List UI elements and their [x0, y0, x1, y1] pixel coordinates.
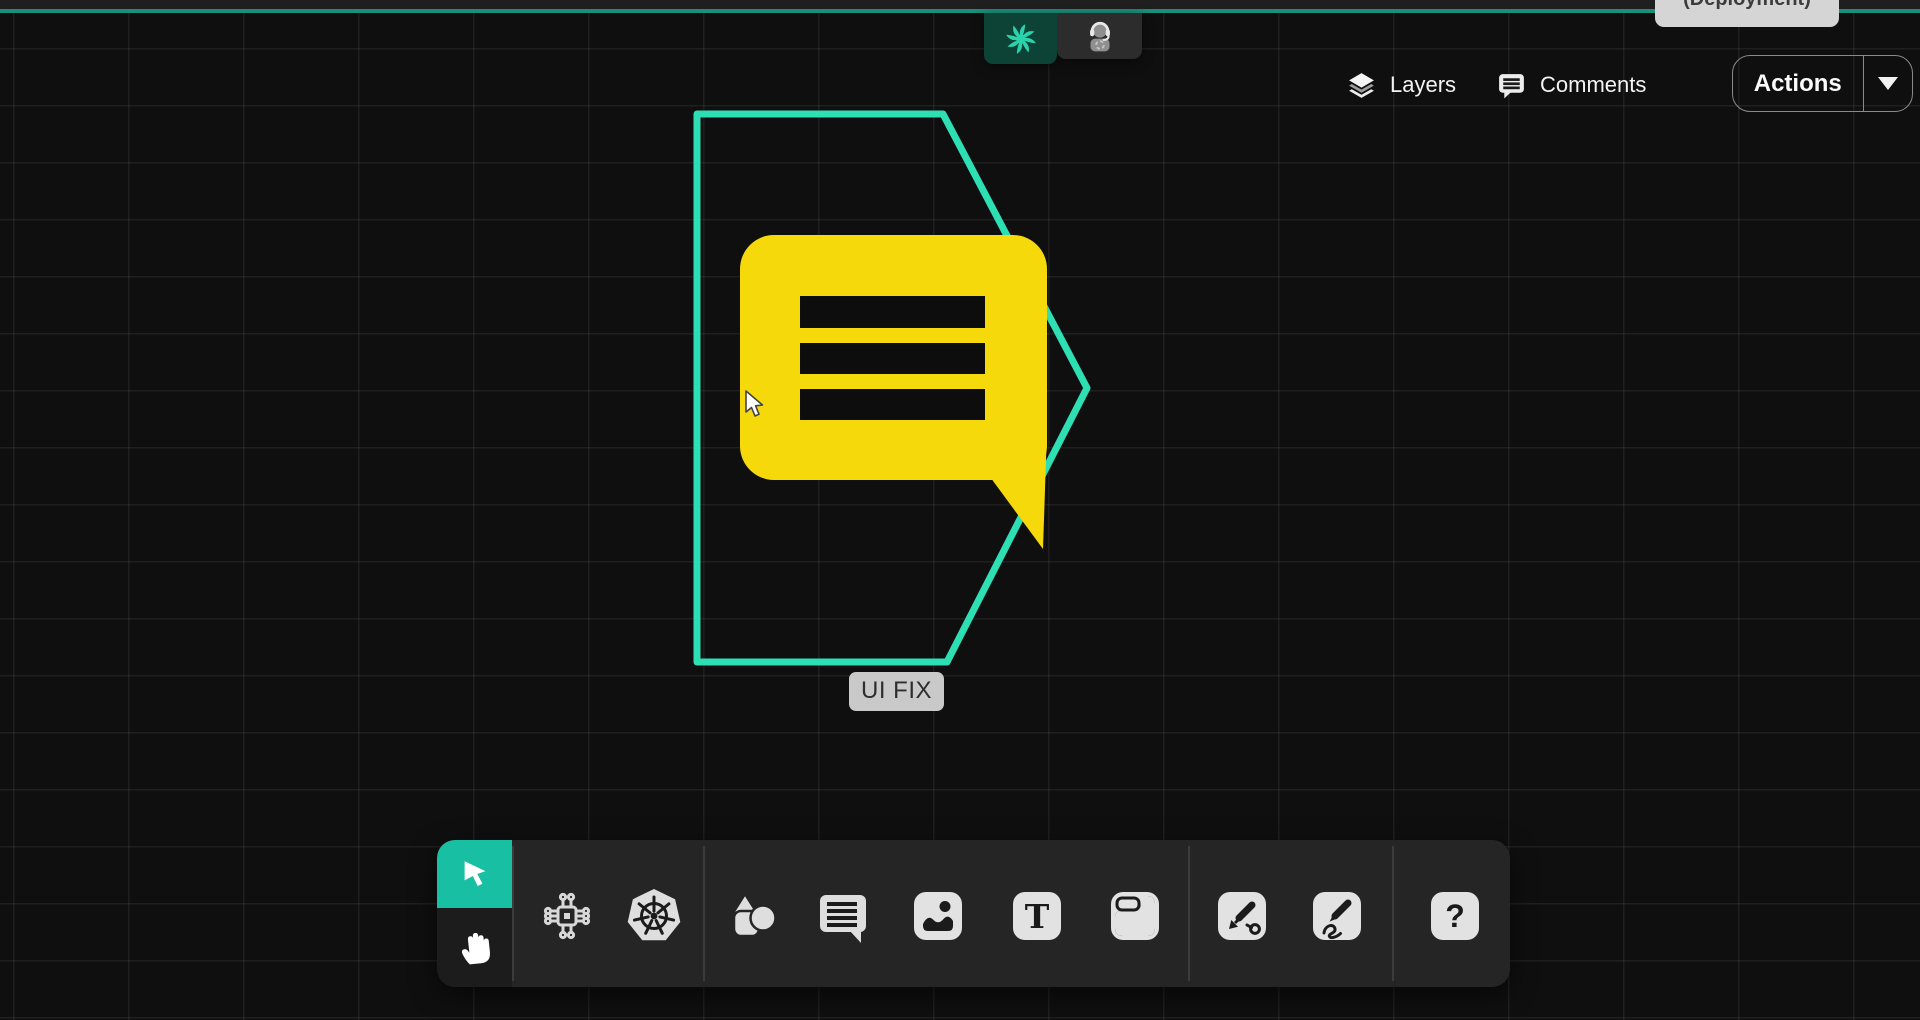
top-strip	[0, 0, 1920, 9]
layers-icon	[1346, 70, 1377, 101]
shapes-icon	[724, 888, 780, 944]
pencil-draw-icon	[1313, 892, 1361, 940]
connector-pen-icon	[1218, 892, 1266, 940]
tool-frame[interactable]	[1111, 892, 1159, 940]
tool-help[interactable]: ?	[1431, 892, 1479, 940]
tool-palette: T	[437, 840, 1510, 987]
support-agent-button[interactable]	[1057, 13, 1142, 59]
comments-button[interactable]: Comments	[1496, 59, 1646, 111]
app-root: UI FIX	[0, 0, 1920, 1020]
frame-icon	[1111, 892, 1159, 940]
toolbar-divider	[512, 846, 514, 981]
tool-chip-node[interactable]	[539, 888, 595, 944]
tool-kubernetes[interactable]	[626, 888, 682, 944]
tool-hand[interactable]	[437, 908, 512, 987]
tool-draw[interactable]	[1313, 892, 1361, 940]
top-center-panel	[984, 13, 1142, 64]
tool-select[interactable]	[437, 840, 512, 908]
mouse-pointer-icon	[744, 390, 770, 420]
toolbar-divider	[1392, 846, 1394, 981]
actions-dropdown-toggle[interactable]	[1864, 77, 1912, 90]
actions-label[interactable]: Actions	[1733, 70, 1863, 98]
text-tool-glyph: T	[1025, 900, 1050, 933]
layers-button[interactable]: Layers	[1346, 59, 1456, 111]
accent-line	[0, 9, 1920, 13]
tool-image[interactable]	[914, 892, 962, 940]
comment-lines-icon	[1496, 70, 1527, 101]
tool-text[interactable]: T	[1013, 892, 1061, 940]
chip-node-icon	[539, 888, 595, 944]
comments-label: Comments	[1540, 72, 1646, 98]
tool-comment[interactable]	[815, 888, 871, 944]
support-agent-icon	[1082, 18, 1118, 54]
image-icon	[914, 892, 962, 940]
help-tool-glyph: ?	[1445, 900, 1465, 932]
tool-connector[interactable]	[1218, 892, 1266, 940]
app-logo-button[interactable]	[984, 13, 1057, 64]
tool-shapes[interactable]	[724, 888, 780, 944]
select-pointer-icon	[460, 859, 490, 889]
layers-label: Layers	[1390, 72, 1456, 98]
toolbar-divider	[703, 846, 705, 981]
deployment-tooltip: (Deployment)	[1655, 0, 1839, 27]
comment-tool-icon	[815, 888, 871, 944]
spiral-logo-icon	[1004, 22, 1038, 56]
kubernetes-icon	[626, 888, 682, 944]
toolbar-divider	[1188, 846, 1190, 981]
selection-label: UI FIX	[849, 672, 944, 711]
actions-button[interactable]: Actions	[1732, 55, 1913, 112]
caret-down-icon	[1878, 77, 1898, 90]
deployment-tooltip-label: (Deployment)	[1683, 0, 1811, 11]
hand-icon	[455, 928, 495, 968]
